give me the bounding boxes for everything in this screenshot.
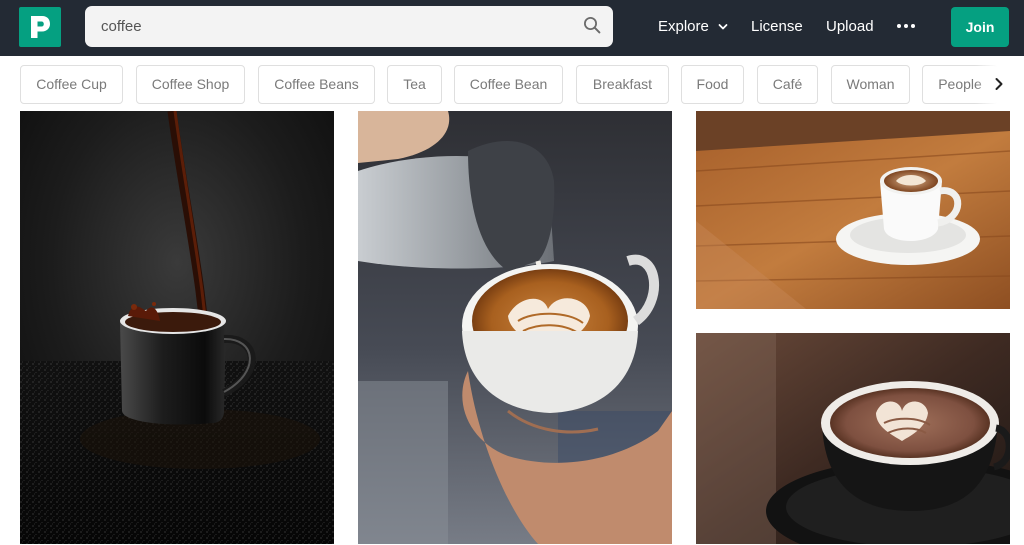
nav-explore-link[interactable]: Explore: [658, 0, 709, 56]
photo-latte-art-pour[interactable]: [358, 111, 672, 544]
tag-coffee-cup[interactable]: Coffee Cup: [20, 65, 123, 104]
nav-license-link[interactable]: License: [751, 0, 803, 56]
more-dots-icon[interactable]: [897, 24, 915, 30]
photo-cup-wooden-table[interactable]: [696, 111, 1010, 309]
pexels-logo-icon[interactable]: [19, 7, 61, 47]
chevron-down-icon[interactable]: [718, 20, 728, 34]
tag-cafe[interactable]: Café: [757, 65, 818, 104]
tag-woman[interactable]: Woman: [831, 65, 910, 104]
search-bar: [85, 6, 613, 47]
photo-cappuccino-heart[interactable]: [696, 333, 1010, 544]
related-tags-bar: Coffee Cup Coffee Shop Coffee Beans Tea …: [0, 56, 1024, 111]
nav-upload-link[interactable]: Upload: [826, 0, 874, 56]
chevron-right-icon[interactable]: [992, 77, 1006, 91]
tag-coffee-beans[interactable]: Coffee Beans: [258, 65, 375, 104]
search-icon[interactable]: [583, 16, 601, 34]
tag-tea[interactable]: Tea: [387, 65, 442, 104]
join-button[interactable]: Join: [951, 7, 1009, 47]
tag-food[interactable]: Food: [681, 65, 744, 104]
photo-coffee-pour[interactable]: [20, 111, 334, 544]
tag-coffee-bean[interactable]: Coffee Bean: [454, 65, 563, 104]
search-input[interactable]: [85, 6, 575, 47]
tag-coffee-shop[interactable]: Coffee Shop: [136, 65, 245, 104]
top-navbar: Explore License Upload Join: [0, 0, 1024, 56]
tag-breakfast[interactable]: Breakfast: [576, 65, 669, 104]
